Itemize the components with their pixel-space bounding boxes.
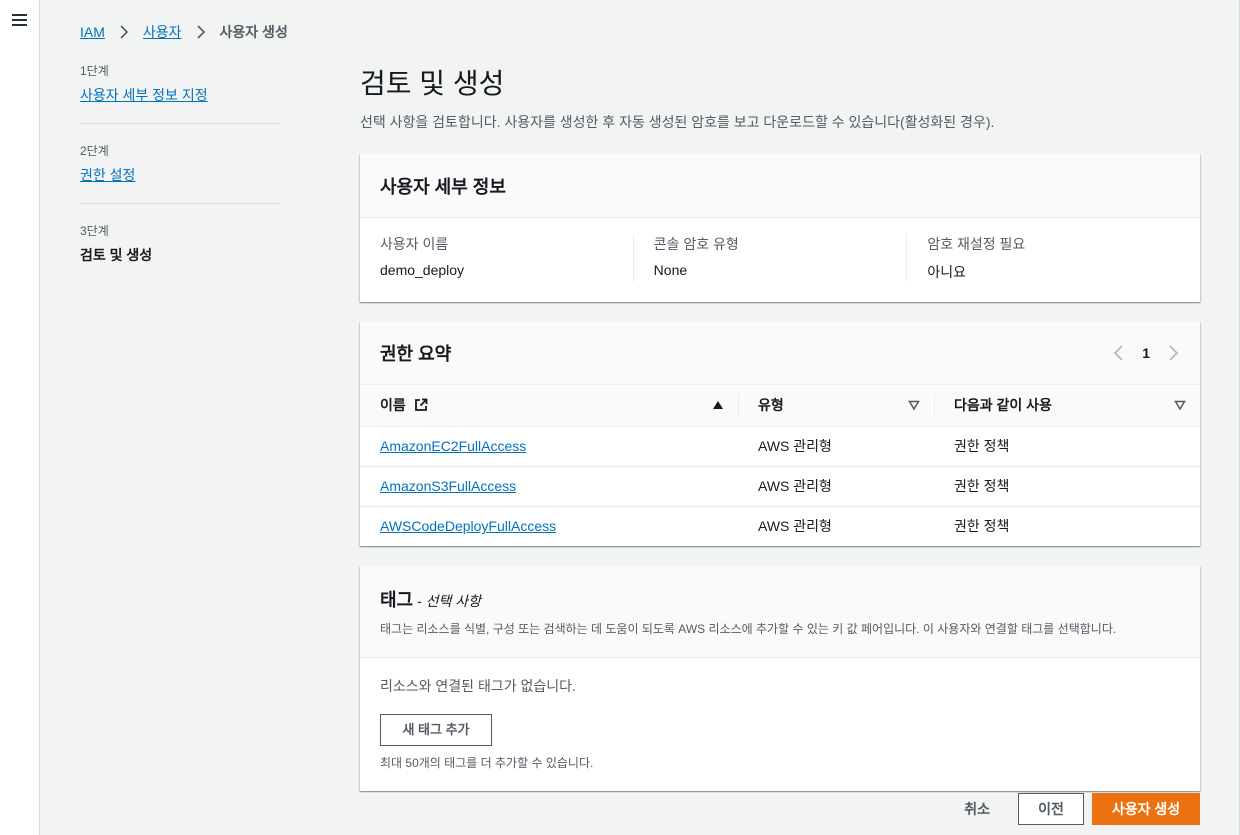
cancel-button[interactable]: 취소 xyxy=(964,799,990,819)
breadcrumb-current: 사용자 생성 xyxy=(219,24,288,40)
tags-limit-hint: 최대 50개의 태그를 더 추가할 수 있습니다. xyxy=(380,756,594,770)
chevron-left-icon[interactable] xyxy=(1112,345,1126,361)
detail-value: None xyxy=(653,262,688,278)
external-link-icon xyxy=(414,398,428,412)
detail-console-password-type: 콘솔 암호 유형 None xyxy=(632,234,907,282)
cell-policy-type: AWS 관리형 xyxy=(738,426,934,467)
wizard-step-2: 2단계 권한 설정 xyxy=(80,142,280,204)
wizard-step-3: 3단계 검토 및 생성 xyxy=(80,222,280,283)
wizard-footer: 취소 이전 사용자 생성 xyxy=(964,793,1200,825)
column-header-label: 이름 xyxy=(380,397,406,414)
table-row: AmazonS3FullAccess AWS 관리형 권한 정책 xyxy=(360,466,1200,507)
user-details-grid: 사용자 이름 demo_deploy 콘솔 암호 유형 None 암호 재설정 … xyxy=(360,218,1200,302)
sort-icon[interactable] xyxy=(1174,399,1186,411)
table-header-row: 이름 유형 다음과 같이 사용 xyxy=(360,385,1200,427)
table-row: AWSCodeDeployFullAccess AWS 관리형 권한 정책 xyxy=(360,506,1200,546)
sort-icon[interactable] xyxy=(908,399,920,411)
policy-link[interactable]: AmazonEC2FullAccess xyxy=(380,438,526,454)
panel-title: 사용자 세부 정보 xyxy=(380,176,506,197)
step-current-review: 검토 및 생성 xyxy=(80,247,153,263)
column-header-type[interactable]: 유형 xyxy=(738,385,934,427)
cell-used-as: 권한 정책 xyxy=(934,466,1200,507)
permissions-table: 이름 유형 다음과 같이 사용 AmazonEC2FullAccess AWS … xyxy=(360,385,1200,546)
chevron-right-icon xyxy=(120,25,129,39)
cell-policy-name: AmazonEC2FullAccess xyxy=(360,426,738,467)
user-details-panel: 사용자 세부 정보 사용자 이름 demo_deploy 콘솔 암호 유형 No… xyxy=(360,154,1200,302)
column-divider xyxy=(934,394,935,416)
detail-label: 콘솔 암호 유형 xyxy=(653,236,739,252)
column-header-label: 다음과 같이 사용 xyxy=(954,397,1052,414)
table-row: AmazonEC2FullAccess AWS 관리형 권한 정책 xyxy=(360,426,1200,467)
step-number: 3단계 xyxy=(80,224,109,238)
panel-header: 사용자 세부 정보 xyxy=(360,154,1200,218)
breadcrumb: IAM 사용자 사용자 생성 xyxy=(80,22,288,42)
previous-button[interactable]: 이전 xyxy=(1018,793,1084,825)
detail-password-reset: 암호 재설정 필요 아니요 xyxy=(906,234,1180,282)
step-link-permissions[interactable]: 권한 설정 xyxy=(80,167,135,183)
policy-link[interactable]: AmazonS3FullAccess xyxy=(380,478,516,494)
add-tag-button[interactable]: 새 태그 추가 xyxy=(380,714,492,746)
column-divider xyxy=(738,394,739,416)
chevron-right-icon xyxy=(196,25,205,39)
cell-policy-name: AWSCodeDeployFullAccess xyxy=(360,506,738,546)
step-link-user-details[interactable]: 사용자 세부 정보 지정 xyxy=(80,87,208,103)
wizard-step-1: 1단계 사용자 세부 정보 지정 xyxy=(80,62,280,124)
cell-used-as: 권한 정책 xyxy=(934,426,1200,467)
step-number: 1단계 xyxy=(80,64,109,78)
breadcrumb-users-link[interactable]: 사용자 xyxy=(143,22,182,42)
side-nav-bar xyxy=(0,0,40,835)
no-tags-message: 리소스와 연결된 태그가 없습니다. xyxy=(380,678,576,694)
panel-header: 권한 요약 1 xyxy=(360,322,1200,385)
tags-body: 리소스와 연결된 태그가 없습니다. 새 태그 추가 최대 50개의 태그를 더… xyxy=(360,658,1200,791)
policy-link[interactable]: AWSCodeDeployFullAccess xyxy=(380,518,556,534)
detail-label: 사용자 이름 xyxy=(380,236,449,252)
column-header-name[interactable]: 이름 xyxy=(360,385,738,427)
detail-value: demo_deploy xyxy=(380,262,465,278)
tags-panel: 태그 - 선택 사항 태그는 리소스를 식별, 구성 또는 검색하는 데 도움이… xyxy=(360,566,1200,791)
breadcrumb-iam-link[interactable]: IAM xyxy=(80,24,105,40)
menu-icon[interactable] xyxy=(12,14,27,26)
column-header-used-as[interactable]: 다음과 같이 사용 xyxy=(934,385,1200,427)
column-header-label: 유형 xyxy=(758,397,784,414)
detail-value: 아니요 xyxy=(927,264,966,280)
cell-policy-type: AWS 관리형 xyxy=(738,466,934,507)
optional-label: - 선택 사항 xyxy=(413,593,481,609)
chevron-right-icon[interactable] xyxy=(1166,345,1180,361)
page-description: 선택 사항을 검토합니다. 사용자를 생성한 후 자동 생성된 암호를 보고 다… xyxy=(360,114,995,130)
pagination: 1 xyxy=(1112,345,1180,361)
panel-title: 권한 요약 xyxy=(380,344,452,364)
sort-ascending-icon[interactable] xyxy=(712,399,724,411)
cell-policy-type: AWS 관리형 xyxy=(758,518,832,535)
step-number: 2단계 xyxy=(80,144,109,158)
page-title: 검토 및 생성 xyxy=(360,68,505,99)
cell-used-as: 권한 정책 xyxy=(954,518,1010,535)
create-user-button[interactable]: 사용자 생성 xyxy=(1092,793,1200,825)
cell-policy-name: AmazonS3FullAccess xyxy=(360,466,738,507)
permissions-summary-panel: 권한 요약 1 이름 유형 다음과 같이 사용 AmazonEC2FullAcc… xyxy=(360,322,1200,546)
detail-label: 암호 재설정 필요 xyxy=(927,236,1026,252)
detail-user-name: 사용자 이름 demo_deploy xyxy=(380,234,633,282)
main-content: 검토 및 생성 선택 사항을 검토합니다. 사용자를 생성한 후 자동 생성된 … xyxy=(360,62,1200,811)
wizard-steps: 1단계 사용자 세부 정보 지정 2단계 권한 설정 3단계 검토 및 생성 xyxy=(80,62,280,301)
panel-title: 태그 xyxy=(380,590,414,610)
panel-header: 태그 - 선택 사항 태그는 리소스를 식별, 구성 또는 검색하는 데 도움이… xyxy=(360,566,1200,658)
page-number[interactable]: 1 xyxy=(1142,345,1150,361)
tags-description: 태그는 리소스를 식별, 구성 또는 검색하는 데 도움이 되도록 AWS 리소… xyxy=(380,622,1117,636)
